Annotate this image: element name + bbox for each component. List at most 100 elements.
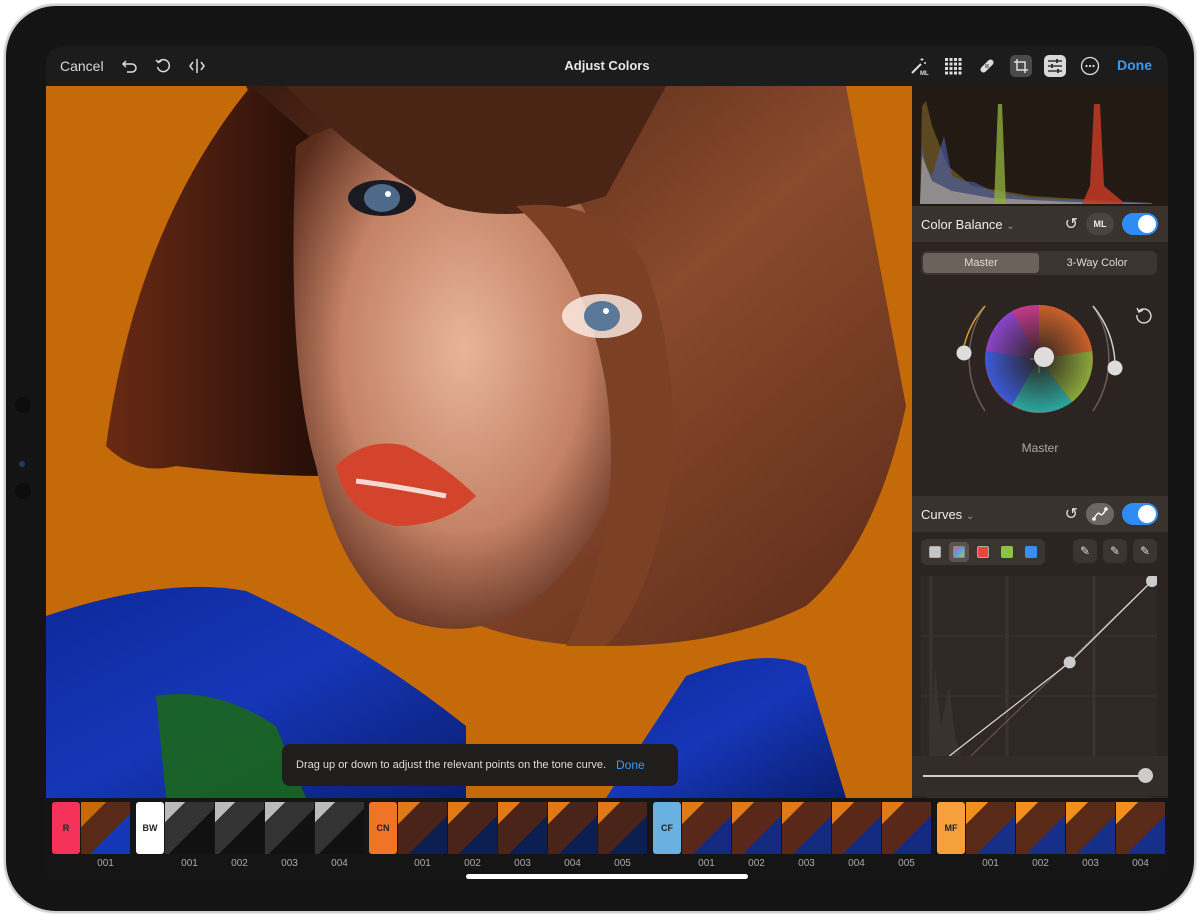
done-button[interactable]: Done [1117, 57, 1152, 73]
black-point-eyedropper-icon[interactable]: ✎ [1073, 539, 1097, 563]
filter-thumbnail-label: 001 [414, 858, 431, 869]
filter-thumbnail[interactable] [882, 802, 931, 854]
white-point-eyedropper-icon[interactable]: ✎ [1133, 539, 1157, 563]
hint-done-button[interactable]: Done [616, 758, 645, 772]
curves-dropdown[interactable]: Curves ⌄ [921, 507, 974, 522]
filter-group-badge[interactable]: R [52, 802, 80, 854]
front-camera [19, 461, 25, 467]
adjust-sliders-icon[interactable] [1044, 55, 1066, 77]
filter-thumbnail[interactable] [265, 802, 314, 854]
chevron-down-icon: ⌄ [965, 510, 975, 522]
saturation-arc-slider[interactable] [1107, 360, 1123, 376]
filter-thumbnail-label: 001 [698, 858, 715, 869]
curve-edit-button[interactable] [1086, 503, 1114, 525]
filter-thumbnail[interactable] [315, 802, 364, 854]
filter-thumbnail[interactable] [548, 802, 597, 854]
filter-thumbnail[interactable] [215, 802, 264, 854]
camera-sensor [15, 483, 31, 499]
filter-thumbnail[interactable] [732, 802, 781, 854]
filter-thumbnail[interactable] [832, 802, 881, 854]
filter-thumbnail-label: 002 [748, 858, 765, 869]
filter-thumbnail[interactable] [398, 802, 447, 854]
luminance-arc-slider[interactable] [956, 345, 972, 361]
filter-thumbnail-label: 002 [1032, 858, 1049, 869]
channel-red[interactable] [973, 542, 993, 562]
filter-thumbnail[interactable] [448, 802, 497, 854]
wheel-handle[interactable] [1034, 347, 1054, 367]
curves-toggle[interactable] [1122, 503, 1158, 525]
grid-icon[interactable] [942, 55, 964, 77]
channel-rgb[interactable] [949, 542, 969, 562]
color-wheel-area: Master [912, 281, 1168, 499]
filter-thumbnail-label: 003 [798, 858, 815, 869]
curves-label: Curves [921, 506, 963, 522]
ml-auto-button[interactable]: ML [1086, 213, 1114, 235]
channel-luminance[interactable] [925, 542, 945, 562]
filter-thumbnail-label: 005 [614, 858, 631, 869]
wheel-label: Master [1021, 441, 1059, 455]
intensity-slider-row [912, 756, 1168, 796]
filter-thumbnail[interactable] [1116, 802, 1165, 854]
bandage-icon[interactable] [976, 55, 998, 77]
adjustments-panel: Color Balance ⌄ ↺ ML Master 3-Way Color [912, 86, 1168, 829]
filter-group-badge[interactable]: CF [653, 802, 681, 854]
svg-text:ML: ML [920, 71, 929, 76]
ml-magic-wand-icon[interactable]: ML [908, 55, 930, 77]
filter-thumbnail[interactable] [1016, 802, 1065, 854]
hint-message: Drag up or down to adjust the relevant p… [296, 759, 607, 771]
reset-icon[interactable] [152, 55, 174, 77]
curve-control-point[interactable] [1063, 656, 1076, 669]
chevron-down-icon: ⌄ [1006, 220, 1015, 232]
intensity-slider-thumb[interactable] [1138, 768, 1153, 783]
channel-blue[interactable] [1021, 542, 1041, 562]
channel-selector [921, 539, 1045, 565]
filter-thumbnail[interactable] [498, 802, 547, 854]
filter-thumbnail-label: 003 [514, 858, 531, 869]
top-toolbar: Cancel Adjust Colors ML Done [46, 46, 1168, 86]
crop-icon[interactable] [1010, 55, 1032, 77]
more-icon[interactable] [1079, 55, 1101, 77]
filter-thumbnail-label: 004 [564, 858, 581, 869]
filter-thumbnail[interactable] [782, 802, 831, 854]
filter-thumbnail-label: 001 [181, 858, 198, 869]
tab-master[interactable]: Master [923, 253, 1039, 273]
filter-thumbnail-label: 004 [848, 858, 865, 869]
filter-thumbnail-label: 004 [1132, 858, 1149, 869]
tab-3-way-color[interactable]: 3-Way Color [1039, 253, 1155, 273]
filter-thumbnail-label: 003 [1082, 858, 1099, 869]
filter-thumbnail[interactable] [682, 802, 731, 854]
filter-thumbnail-label: 002 [231, 858, 248, 869]
color-balance-toggle[interactable] [1122, 213, 1158, 235]
camera-sensor [15, 397, 31, 413]
filter-thumbnail-label: 001 [97, 858, 114, 869]
color-balance-dropdown[interactable]: Color Balance ⌄ [921, 217, 1015, 232]
filter-thumbnail[interactable] [598, 802, 647, 854]
intensity-slider-track[interactable] [923, 775, 1153, 777]
channel-green[interactable] [997, 542, 1017, 562]
filter-thumbnail-label: 002 [464, 858, 481, 869]
app-screen: Cancel Adjust Colors ML Done Color Balan… [46, 46, 1168, 886]
filter-group-badge[interactable]: CN [369, 802, 397, 854]
hint-toast: Drag up or down to adjust the relevant p… [282, 744, 678, 786]
histogram [912, 86, 1168, 206]
curve-channel-toolbar: ✎ ✎ ✎ [921, 539, 1157, 565]
compare-icon[interactable] [186, 55, 208, 77]
filter-group-badge[interactable]: BW [136, 802, 164, 854]
gray-point-eyedropper-icon[interactable]: ✎ [1103, 539, 1127, 563]
curve-icon [1092, 507, 1108, 521]
filter-thumbnail-label: 004 [331, 858, 348, 869]
color-balance-reset-icon[interactable]: ↺ [1065, 214, 1078, 234]
cancel-button[interactable]: Cancel [60, 58, 104, 74]
home-indicator[interactable] [466, 874, 748, 879]
filter-group-badge[interactable]: MF [937, 802, 965, 854]
photo-canvas[interactable] [46, 86, 912, 798]
wheel-reset-icon[interactable] [1136, 307, 1152, 324]
curves-reset-icon[interactable]: ↺ [1065, 504, 1078, 524]
filter-thumbnail[interactable] [966, 802, 1015, 854]
filter-thumbnail[interactable] [1066, 802, 1115, 854]
filter-thumbnail-label: 005 [898, 858, 915, 869]
undo-icon[interactable] [119, 55, 141, 77]
filter-thumbnail[interactable] [165, 802, 214, 854]
tone-curve-editor[interactable] [921, 575, 1158, 757]
filter-thumbnail[interactable] [81, 802, 130, 854]
